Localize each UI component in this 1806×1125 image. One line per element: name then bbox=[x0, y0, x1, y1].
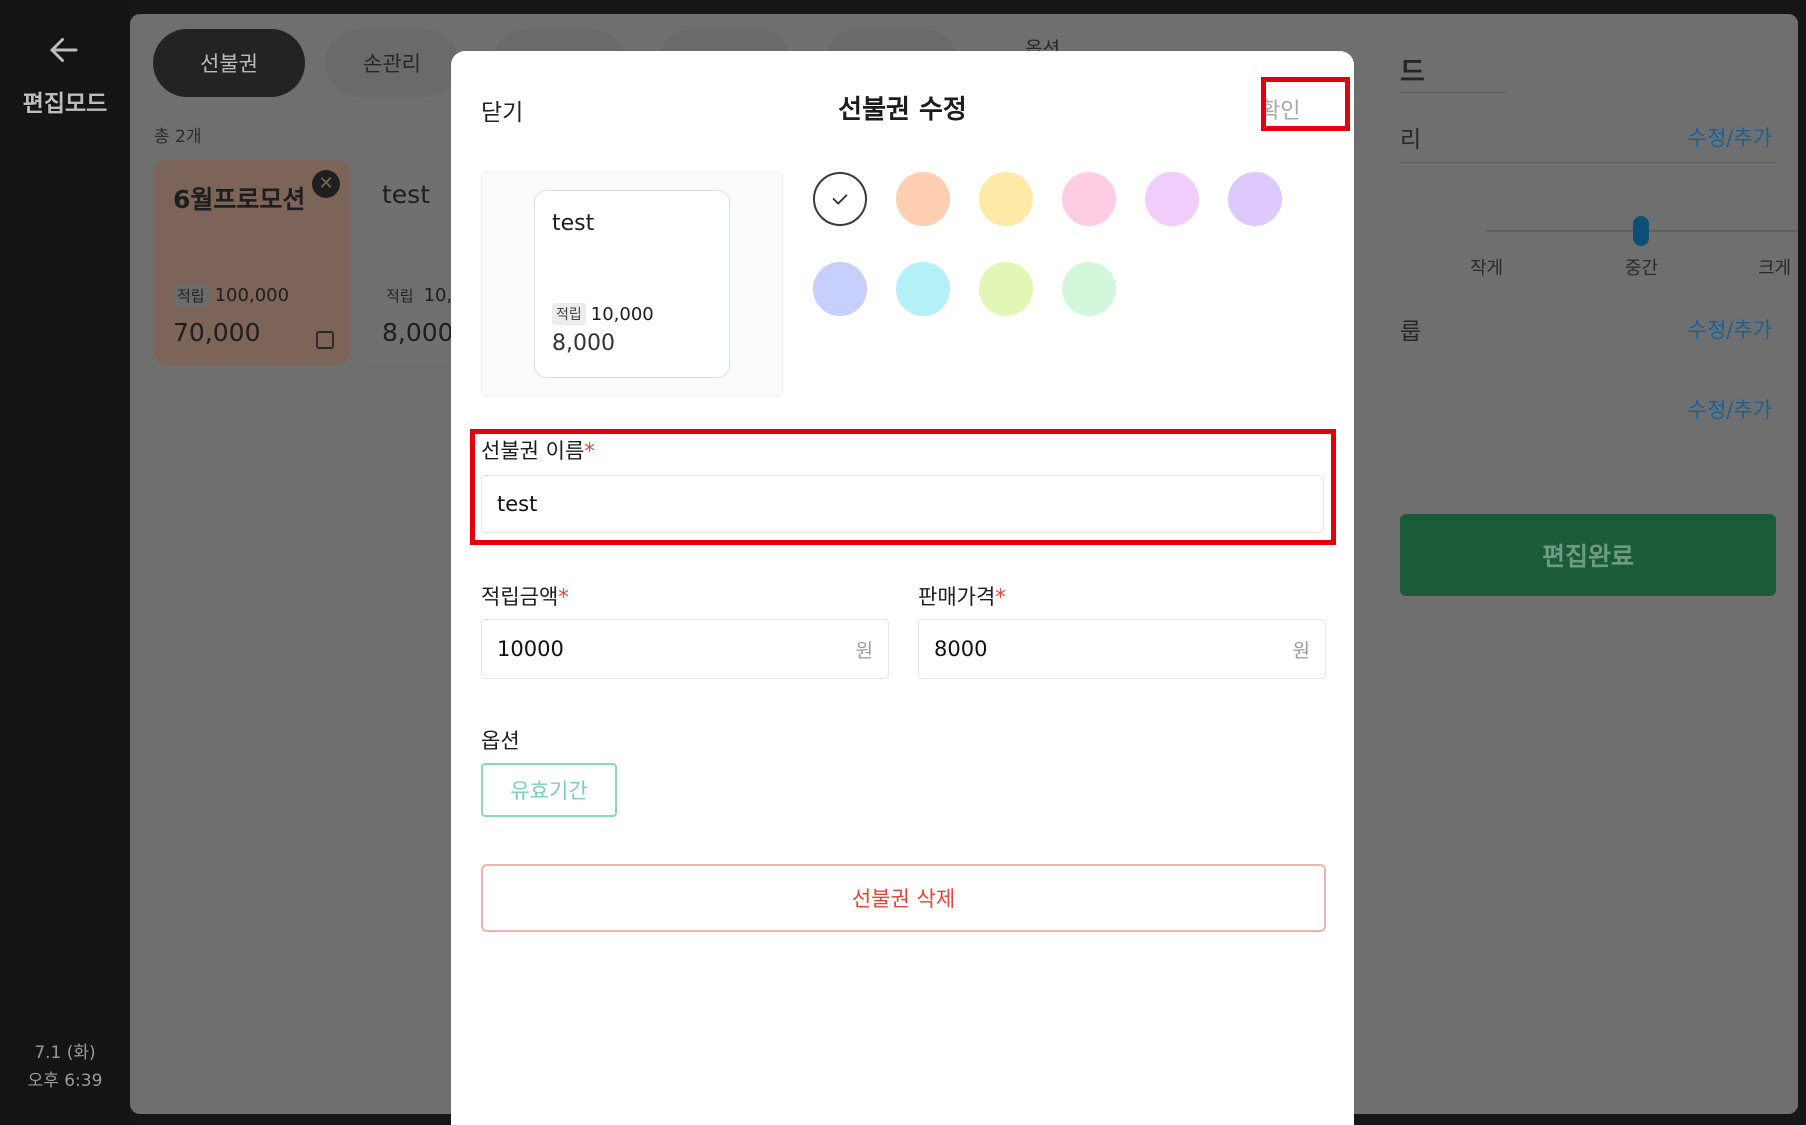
preview-earn: 적립 10,000 bbox=[552, 303, 654, 325]
sale-price-input[interactable]: 8000 원 bbox=[918, 619, 1326, 679]
size-slider-thumb[interactable] bbox=[1633, 216, 1649, 246]
close-icon[interactable]: ✕ bbox=[312, 170, 340, 198]
color-swatch[interactable] bbox=[1062, 262, 1116, 316]
earn-amount-input[interactable]: 10000 원 bbox=[481, 619, 889, 679]
currency-unit: 원 bbox=[855, 639, 873, 662]
validity-period-button[interactable]: 유효기간 bbox=[481, 763, 617, 817]
color-swatch[interactable] bbox=[1145, 172, 1199, 226]
required-mark: * bbox=[558, 585, 569, 609]
edit-prepaid-modal: 닫기 선불권 수정 확인 test 적립 10,000 8,000 선불권 이름… bbox=[451, 51, 1354, 1125]
tab-prepaid[interactable]: 선불권 bbox=[153, 29, 305, 97]
back-arrow-icon[interactable] bbox=[46, 32, 82, 68]
earn-tag: 적립 bbox=[552, 303, 586, 325]
color-swatch[interactable] bbox=[896, 172, 950, 226]
sale-price-value: 8000 bbox=[934, 637, 988, 661]
color-swatch[interactable] bbox=[979, 262, 1033, 316]
preview-price: 8,000 bbox=[552, 331, 615, 356]
sale-price-label: 판매가격* bbox=[918, 585, 1006, 609]
color-swatch[interactable] bbox=[813, 262, 867, 316]
status-time: 오후 6:39 bbox=[27, 1071, 103, 1091]
edit-add-link[interactable]: 수정/추가 bbox=[1688, 122, 1772, 152]
card-price: 8,000 bbox=[382, 318, 454, 347]
highlight-box bbox=[470, 429, 1336, 545]
preview-title: test bbox=[552, 211, 595, 236]
divider bbox=[1400, 92, 1508, 93]
option-label: 옵션 bbox=[481, 729, 520, 753]
delete-prepaid-button[interactable]: 선불권 삭제 bbox=[481, 864, 1326, 932]
color-swatch[interactable] bbox=[1062, 172, 1116, 226]
edit-mode-title: 편집모드 bbox=[22, 91, 108, 117]
edit-done-button[interactable]: 편집완료 bbox=[1400, 514, 1776, 596]
total-count: 총 2개 bbox=[154, 127, 202, 147]
card-title: test bbox=[382, 180, 431, 209]
earn-tag: 적립 bbox=[386, 287, 414, 305]
earn-amount: 10,000 bbox=[590, 303, 654, 325]
earn-amount-value: 10000 bbox=[497, 637, 564, 661]
tab-hand-care[interactable]: 손관리 bbox=[325, 29, 459, 97]
slider-label-large: 크게 bbox=[1758, 258, 1792, 279]
earn-amount: 100,000 bbox=[214, 285, 290, 306]
copy-icon[interactable] bbox=[316, 331, 334, 349]
required-mark: * bbox=[995, 585, 1006, 609]
divider bbox=[1400, 162, 1778, 163]
left-rail: 편집모드 7.1 (화) 오후 6:39 bbox=[0, 0, 130, 1125]
row-label: 룹 bbox=[1400, 319, 1422, 345]
status-date: 7.1 (화) bbox=[34, 1043, 96, 1063]
currency-unit: 원 bbox=[1292, 639, 1310, 662]
edit-add-link[interactable]: 수정/추가 bbox=[1688, 314, 1772, 344]
row-label: 리 bbox=[1400, 127, 1422, 153]
modal-title: 선불권 수정 bbox=[838, 95, 967, 125]
prepaid-card[interactable]: 6월프로모션 ✕ 적립 100,000 70,000 bbox=[154, 160, 350, 365]
check-icon bbox=[832, 194, 848, 205]
card-preview-area: test 적립 10,000 8,000 bbox=[481, 171, 783, 397]
earn-tag: 적립 bbox=[173, 284, 209, 307]
color-swatch[interactable] bbox=[979, 172, 1033, 226]
color-swatch-selected[interactable] bbox=[813, 172, 867, 226]
earn-label: 적립금액* bbox=[481, 585, 569, 609]
card-earn: 적립 100,000 bbox=[173, 284, 289, 307]
slider-label-medium: 중간 bbox=[1625, 258, 1659, 279]
card-price: 70,000 bbox=[173, 318, 261, 347]
highlight-box bbox=[1261, 77, 1350, 131]
slider-label-small: 작게 bbox=[1470, 258, 1504, 279]
card-title: 6월프로모션 bbox=[173, 185, 306, 214]
edit-add-link[interactable]: 수정/추가 bbox=[1688, 394, 1772, 424]
card-preview: test 적립 10,000 8,000 bbox=[534, 190, 730, 378]
color-swatch[interactable] bbox=[1228, 172, 1282, 226]
color-swatch[interactable] bbox=[896, 262, 950, 316]
panel-title: 드 bbox=[1400, 57, 1425, 88]
